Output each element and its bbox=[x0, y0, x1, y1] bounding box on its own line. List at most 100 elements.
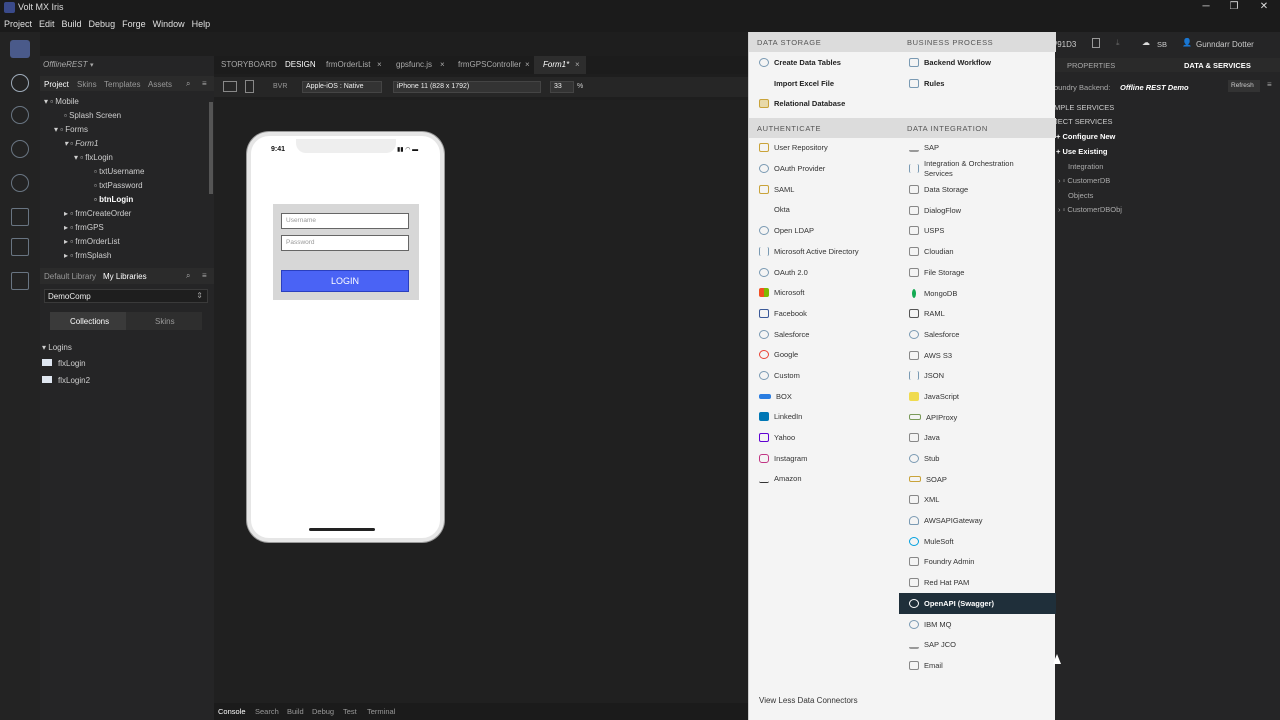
menu-item-auth[interactable]: BOX bbox=[749, 386, 899, 407]
gear-icon[interactable] bbox=[11, 106, 29, 124]
menu-item-openapi-swagger[interactable]: OpenAPI (Swagger) bbox=[899, 593, 1056, 614]
menu-item-auth[interactable]: Facebook bbox=[749, 303, 899, 324]
tab-debug[interactable]: Debug bbox=[312, 707, 334, 716]
menu-item-integration[interactable]: Data Storage bbox=[899, 179, 1056, 200]
user-initials[interactable]: SB bbox=[1157, 40, 1167, 49]
tab-storyboard[interactable]: STORYBOARD bbox=[221, 60, 277, 69]
tree-node-frmorderlist[interactable]: ▸ ▫ frmOrderList bbox=[64, 237, 120, 246]
menu-item-auth[interactable]: OAuth Provider bbox=[749, 158, 899, 179]
refresh-button[interactable]: Refresh bbox=[1228, 80, 1260, 92]
objects-group[interactable]: Objects bbox=[1068, 191, 1093, 200]
menu-project[interactable]: Project bbox=[4, 19, 32, 29]
menu-item-integration[interactable]: MongoDB bbox=[899, 283, 1056, 304]
tab-templates[interactable]: Templates bbox=[104, 80, 140, 89]
library-select[interactable]: DemoComp ⇕ bbox=[44, 289, 208, 303]
tree-node-frmsplash[interactable]: ▸ ▫ frmSplash bbox=[64, 251, 111, 260]
close-icon[interactable]: ✕ bbox=[1256, 1, 1272, 12]
flx-login[interactable]: Username Password LOGIN bbox=[273, 204, 419, 300]
tree-node-splash[interactable]: ▫ Splash Screen bbox=[64, 111, 121, 120]
menu-item-auth[interactable]: Google bbox=[749, 344, 899, 365]
menu-item-integration[interactable]: APIProxy bbox=[899, 407, 1056, 428]
menu-item-integration[interactable]: XML bbox=[899, 490, 1056, 511]
user-icon[interactable]: 👤 bbox=[1182, 38, 1192, 47]
play-icon[interactable] bbox=[11, 140, 29, 158]
username-field[interactable]: Username bbox=[281, 213, 409, 229]
password-field[interactable]: Password bbox=[281, 235, 409, 251]
menu-item-rules[interactable]: Rules bbox=[899, 73, 1056, 94]
search-icon[interactable]: ⌕ bbox=[186, 79, 190, 89]
menu-item-relational-database[interactable]: Relational Database bbox=[749, 93, 899, 114]
search-icon[interactable]: ⌕ bbox=[186, 271, 190, 281]
gauge-icon[interactable] bbox=[11, 174, 29, 192]
tree-node-txtusername[interactable]: ▫ txtUsername bbox=[94, 167, 144, 176]
tree-node-flxlogin[interactable]: ▾ ▫ flxLogin bbox=[74, 153, 113, 162]
menu-item-auth[interactable]: Instagram bbox=[749, 448, 899, 469]
tab-build[interactable]: Build bbox=[287, 707, 304, 716]
cloud-icon[interactable]: ☁ bbox=[1142, 38, 1150, 47]
user-name[interactable]: Gunndarr Dotter bbox=[1196, 40, 1254, 49]
tab-frmorderlist[interactable]: frmOrderList bbox=[326, 60, 370, 69]
view-less-link[interactable]: View Less Data Connectors bbox=[759, 696, 858, 705]
menu-item-integration[interactable]: Cloudian bbox=[899, 241, 1056, 262]
section-sample-services[interactable]: MPLE SERVICES bbox=[1054, 103, 1114, 112]
tree-node-form1[interactable]: ▾ ▫ Form1 bbox=[64, 139, 98, 148]
menu-item-integration[interactable]: Integration & Orchestration Services bbox=[899, 158, 1056, 179]
menu-icon[interactable]: ≡ bbox=[1267, 80, 1272, 89]
chevron-down-icon[interactable]: ▾ bbox=[90, 61, 94, 69]
menu-item-integration[interactable]: MuleSoft bbox=[899, 531, 1056, 552]
menu-item-integration[interactable]: Salesforce bbox=[899, 324, 1056, 345]
tab-search[interactable]: Search bbox=[255, 707, 279, 716]
menu-item-integration[interactable]: RAML bbox=[899, 303, 1056, 324]
backend-name[interactable]: Offline REST Demo bbox=[1120, 83, 1189, 92]
menu-item-integration[interactable]: AWS S3 bbox=[899, 345, 1056, 366]
menu-item-integration[interactable]: JSON bbox=[899, 365, 1056, 386]
menu-item-auth[interactable]: Open LDAP bbox=[749, 220, 899, 241]
menu-item-auth[interactable]: Yahoo bbox=[749, 427, 899, 448]
tree-node-customerdb[interactable]: › ▫ CustomerDB bbox=[1058, 176, 1110, 185]
menu-item-auth[interactable]: Amazon bbox=[749, 469, 899, 490]
menu-icon[interactable]: ≡ bbox=[202, 271, 207, 280]
scrollbar[interactable] bbox=[209, 102, 213, 194]
tree-node-forms[interactable]: ▾ ▫ Forms bbox=[54, 125, 88, 134]
tab-assets[interactable]: Assets bbox=[148, 80, 172, 89]
collection-item[interactable]: flxLogin bbox=[42, 359, 86, 368]
tree-node-txtpassword[interactable]: ▫ txtPassword bbox=[94, 181, 143, 190]
close-icon[interactable]: × bbox=[575, 60, 580, 69]
phone-preview[interactable]: 9:41 ▮▮ ◠ ▬ Username Password LOGIN bbox=[247, 132, 444, 542]
document-icon[interactable] bbox=[1092, 38, 1100, 48]
restore-icon[interactable]: ❐ bbox=[1226, 1, 1242, 12]
close-icon[interactable]: × bbox=[377, 60, 382, 69]
tab-data-services[interactable]: DATA & SERVICES bbox=[1184, 61, 1251, 70]
tree-node-frmgps[interactable]: ▸ ▫ frmGPS bbox=[64, 223, 104, 232]
menu-item-create-data-tables[interactable]: Create Data Tables bbox=[749, 52, 899, 73]
tab-skins-library[interactable]: Skins bbox=[126, 312, 202, 330]
menu-item-auth[interactable]: Salesforce bbox=[749, 324, 899, 345]
layout-icon[interactable] bbox=[223, 81, 237, 92]
menu-item-integration[interactable]: Foundry Admin bbox=[899, 552, 1056, 573]
menu-item-import-excel[interactable]: Import Excel File bbox=[749, 73, 899, 94]
platform-select[interactable]: Apple-iOS : Native bbox=[302, 81, 382, 93]
layout-icon[interactable] bbox=[11, 208, 29, 226]
menu-item-integration[interactable]: File Storage bbox=[899, 262, 1056, 283]
tab-gpsfunc[interactable]: gpsfunc.js bbox=[396, 60, 432, 69]
login-button[interactable]: LOGIN bbox=[281, 270, 409, 292]
tab-console[interactable]: Console bbox=[218, 707, 246, 716]
menu-item-auth[interactable]: Microsoft bbox=[749, 282, 899, 303]
configure-new[interactable]: + Configure New bbox=[1056, 132, 1115, 141]
menu-forge[interactable]: Forge bbox=[122, 19, 146, 29]
menu-item-integration[interactable]: IBM MQ bbox=[899, 614, 1056, 635]
menu-item-integration[interactable]: SAP bbox=[899, 138, 1056, 159]
tab-my-libraries[interactable]: My Libraries bbox=[103, 272, 147, 281]
menu-edit[interactable]: Edit bbox=[39, 19, 55, 29]
menu-item-integration[interactable]: DialogFlow bbox=[899, 200, 1056, 221]
menu-build[interactable]: Build bbox=[62, 19, 82, 29]
menu-window[interactable]: Window bbox=[153, 19, 185, 29]
menu-debug[interactable]: Debug bbox=[89, 19, 116, 29]
menu-item-auth[interactable]: Microsoft Active Directory bbox=[749, 241, 899, 262]
menu-item-integration[interactable]: AWSAPIGateway bbox=[899, 510, 1056, 531]
bvr-label[interactable]: BVR bbox=[273, 83, 287, 90]
collection-item[interactable]: flxLogin2 bbox=[42, 376, 90, 385]
integration-group[interactable]: Integration bbox=[1068, 162, 1103, 171]
menu-item-integration[interactable]: SAP JCO bbox=[899, 634, 1056, 655]
menu-item-integration[interactable]: Java bbox=[899, 428, 1056, 449]
